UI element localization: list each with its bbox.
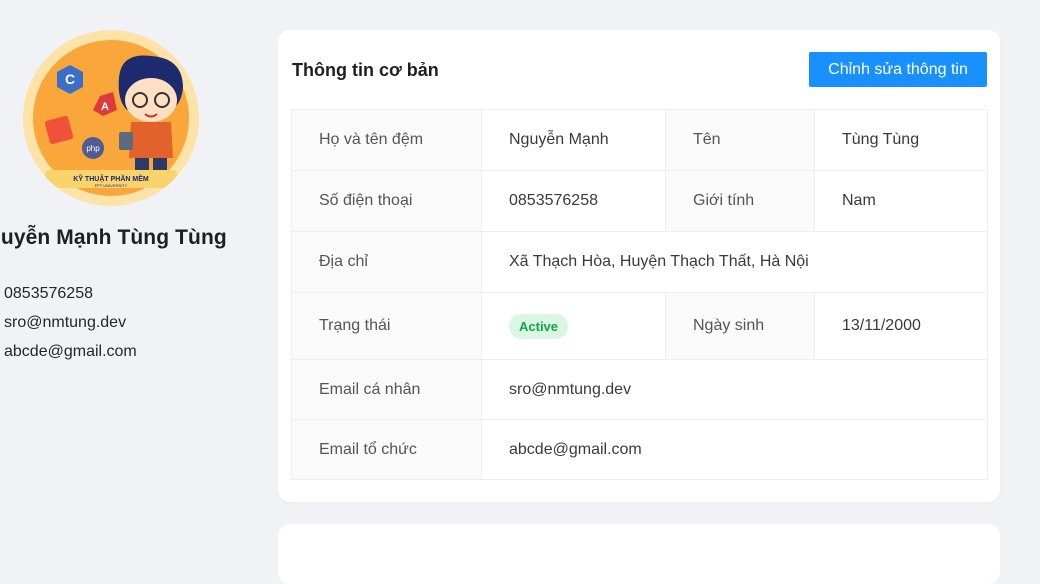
email-personal-value: sro@nmtung.dev	[481, 359, 988, 420]
status-badge: Active	[509, 313, 569, 339]
phone-value: 0853576258	[481, 170, 666, 232]
profile-name: guyễn Mạnh Tùng Tùng	[0, 226, 227, 249]
table-row: Trạng thái Active Ngày sinh 13/11/2000	[291, 292, 988, 360]
fullname-label: Họ và tên đệm	[291, 109, 482, 171]
gender-label: Giới tính	[665, 170, 815, 232]
avatar: C A php KỸ THUẬT PHẦN MỀM FPT UNIVERSITY	[23, 30, 199, 206]
svg-text:php: php	[86, 144, 100, 153]
address-value: Xã Thạch Hòa, Huyện Thạch Thất, Hà Nội	[481, 231, 988, 293]
avatar-subcaption: FPT UNIVERSITY	[95, 183, 128, 188]
basic-info-card: Thông tin cơ bản Chỉnh sửa thông tin Họ …	[278, 30, 1000, 502]
dob-label: Ngày sinh	[665, 292, 815, 360]
phone-label: Số điện thoại	[291, 170, 482, 232]
card-title: Thông tin cơ bản	[292, 60, 439, 80]
firstname-value: Tùng Tùng	[814, 109, 988, 171]
profile-phone: 0853576258	[4, 285, 93, 302]
info-table: Họ và tên đệm Nguyễn Mạnh Tên Tùng Tùng …	[291, 109, 988, 480]
fullname-value: Nguyễn Mạnh	[481, 109, 666, 171]
email-org-value: abcde@gmail.com	[481, 419, 988, 480]
gender-value: Nam	[814, 170, 988, 232]
edit-info-button[interactable]: Chỉnh sửa thông tin	[809, 52, 987, 87]
svg-text:C: C	[65, 71, 75, 87]
secondary-card	[278, 524, 1000, 584]
table-row: Số điện thoại 0853576258 Giới tính Nam	[291, 170, 988, 232]
profile-email-org: abcde@gmail.com	[4, 343, 137, 360]
status-cell: Active	[481, 292, 666, 360]
profile-email-personal: sro@nmtung.dev	[4, 314, 127, 331]
dob-value: 13/11/2000	[814, 292, 988, 360]
table-row: Địa chỉ Xã Thạch Hòa, Huyện Thạch Thất, …	[291, 231, 988, 293]
avatar-illustration: C A php KỸ THUẬT PHẦN MỀM FPT UNIVERSITY	[25, 32, 197, 204]
email-personal-label: Email cá nhân	[291, 359, 482, 420]
address-label: Địa chỉ	[291, 231, 482, 293]
firstname-label: Tên	[665, 109, 815, 171]
table-row: Email tổ chức abcde@gmail.com	[291, 419, 988, 480]
php-logo-icon: php	[82, 137, 104, 159]
table-row: Họ và tên đệm Nguyễn Mạnh Tên Tùng Tùng	[291, 109, 988, 171]
profile-panel: C A php KỸ THUẬT PHẦN MỀM FPT UNIVERSITY…	[0, 0, 260, 547]
svg-text:A: A	[101, 101, 109, 113]
status-label: Trạng thái	[291, 292, 482, 360]
table-row: Email cá nhân sro@nmtung.dev	[291, 359, 988, 420]
email-org-label: Email tổ chức	[291, 419, 482, 480]
